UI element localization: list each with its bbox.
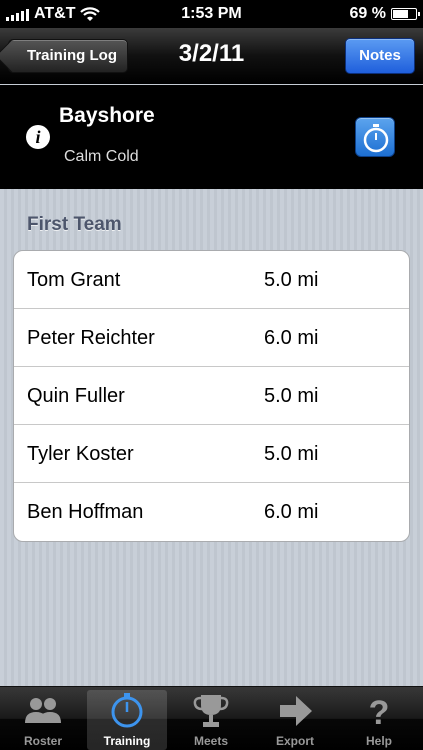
- back-button[interactable]: Training Log: [8, 39, 128, 73]
- info-icon[interactable]: i: [26, 125, 50, 149]
- battery-percent: 69 %: [349, 5, 386, 22]
- tab-label: Meets: [193, 734, 228, 748]
- question-icon: ?: [369, 694, 390, 729]
- table-row[interactable]: Ben Hoffman 6.0 mi: [14, 483, 409, 541]
- athlete-distance: 6.0 mi: [264, 501, 319, 523]
- table-row[interactable]: Tom Grant 5.0 mi: [14, 251, 409, 309]
- tab-label: Help: [365, 734, 392, 748]
- tab-label: Roster: [23, 734, 62, 748]
- notes-button[interactable]: Notes: [345, 38, 415, 74]
- stopwatch-icon: [363, 124, 389, 153]
- tab-training[interactable]: Training: [87, 690, 167, 750]
- section-title: First Team: [27, 214, 122, 235]
- athlete-name: Tyler Koster: [27, 443, 134, 465]
- svg-text:?: ?: [369, 694, 390, 729]
- athlete-name: Quin Fuller: [27, 385, 125, 407]
- status-right: 69 %: [349, 5, 420, 23]
- back-button-label: Training Log: [27, 47, 117, 64]
- stopwatch-button[interactable]: [355, 117, 395, 157]
- athlete-distance: 5.0 mi: [264, 269, 319, 291]
- weather-conditions: Calm Cold: [64, 148, 139, 165]
- people-icon: [25, 698, 61, 723]
- tab-roster[interactable]: Roster: [3, 690, 83, 750]
- stopwatch-icon: [111, 693, 143, 728]
- athlete-distance: 6.0 mi: [264, 327, 319, 349]
- table-row[interactable]: Quin Fuller 5.0 mi: [14, 367, 409, 425]
- trophy-icon: [193, 695, 229, 727]
- table-row[interactable]: Tyler Koster 5.0 mi: [14, 425, 409, 483]
- tab-label: Export: [275, 734, 314, 748]
- battery-fill: [393, 10, 409, 18]
- table-row[interactable]: Peter Reichter 6.0 mi: [14, 309, 409, 367]
- athlete-name: Peter Reichter: [27, 327, 155, 349]
- tab-bar: Roster Training Meets Export ? Help: [0, 686, 423, 750]
- battery-icon: [391, 8, 420, 20]
- arrow-right-icon: [280, 696, 312, 726]
- athlete-distance: 5.0 mi: [264, 443, 319, 465]
- navigation-bar: Training Log 3/2/11 Notes: [0, 28, 423, 84]
- location-name: Bayshore: [59, 104, 155, 127]
- athlete-table: Tom Grant 5.0 mi Peter Reichter 6.0 mi Q…: [13, 250, 410, 542]
- status-bar: AT&T 1:53 PM 69 %: [0, 0, 423, 28]
- athlete-name: Tom Grant: [27, 269, 121, 291]
- athlete-name: Ben Hoffman: [27, 501, 144, 523]
- tab-meets[interactable]: Meets: [171, 690, 251, 750]
- athlete-distance: 5.0 mi: [264, 385, 319, 407]
- tab-help[interactable]: ? Help: [339, 690, 419, 750]
- tab-label: Training: [103, 734, 151, 748]
- tab-export[interactable]: Export: [255, 690, 335, 750]
